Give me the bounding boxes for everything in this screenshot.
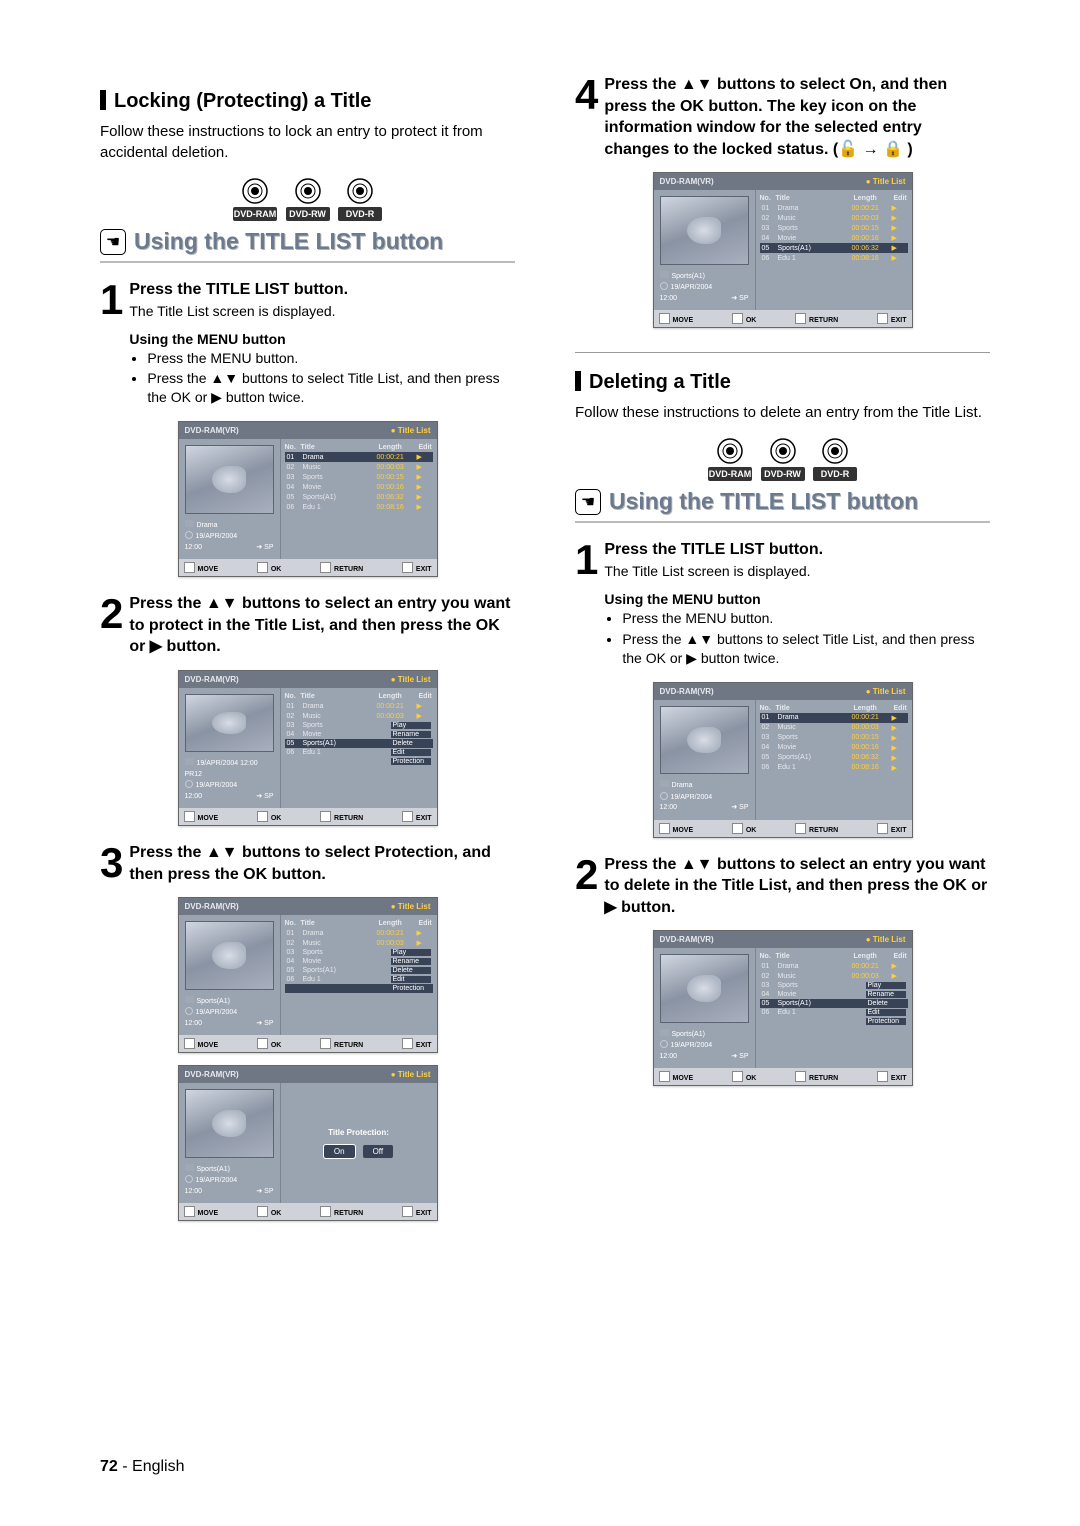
disc-icon [241, 177, 269, 205]
page-footer: 72 - English [100, 1458, 185, 1476]
deleting-heading: Deleting a Title [575, 371, 990, 394]
locking-heading: Locking (Protecting) a Title [100, 90, 515, 113]
protection-off-button: Off [363, 1145, 394, 1158]
step-2: 2 Press the ▲▼ buttons to select an entr… [100, 593, 515, 658]
screenshot-locked-result: DVD-RAM(VR)● Title List Sports(A1) 19/AP… [653, 172, 913, 328]
del-step-1: 1 Press the TITLE LIST button. The Title… [575, 539, 990, 669]
disc-icon [346, 177, 374, 205]
screenshot-protection-menu: DVD-RAM(VR)● Title List Sports(A1) 19/AP… [178, 897, 438, 1053]
disc-badges: DVD-RAM DVD-RW DVD-R [100, 177, 515, 222]
screenshot-title-list-delete: DVD-RAM(VR)● Title List Drama 19/APR/200… [653, 682, 913, 838]
title-list-banner: ☚ Using the TITLE LIST button [100, 228, 515, 263]
screenshot-protection-dialog: DVD-RAM(VR)● Title List Sports(A1) 19/AP… [178, 1065, 438, 1221]
disc-icon [294, 177, 322, 205]
title-list-banner: ☚ Using the TITLE LIST button [575, 488, 990, 523]
locking-intro: Follow these instructions to lock an ent… [100, 121, 515, 163]
step-1: 1 Press the TITLE LIST button. The Title… [100, 279, 515, 409]
screenshot-context-menu: DVD-RAM(VR)● Title List 19/APR/2004 12:0… [178, 670, 438, 826]
screenshot-delete-menu: DVD-RAM(VR)● Title List Sports(A1) 19/AP… [653, 930, 913, 1086]
disc-badges: DVD-RAM DVD-RW DVD-R [575, 437, 990, 482]
protection-on-button: On [324, 1145, 355, 1158]
hand-icon: ☚ [575, 489, 601, 515]
step-4: 4 Press the ▲▼ buttons to select On, and… [575, 74, 990, 160]
step-3: 3 Press the ▲▼ buttons to select Protect… [100, 842, 515, 885]
screenshot-title-list: DVD-RAM(VR)● Title List Drama 19/APR/200… [178, 421, 438, 577]
deleting-intro: Follow these instructions to delete an e… [575, 402, 990, 423]
del-step-2: 2 Press the ▲▼ buttons to select an entr… [575, 854, 990, 919]
hand-icon: ☚ [100, 229, 126, 255]
